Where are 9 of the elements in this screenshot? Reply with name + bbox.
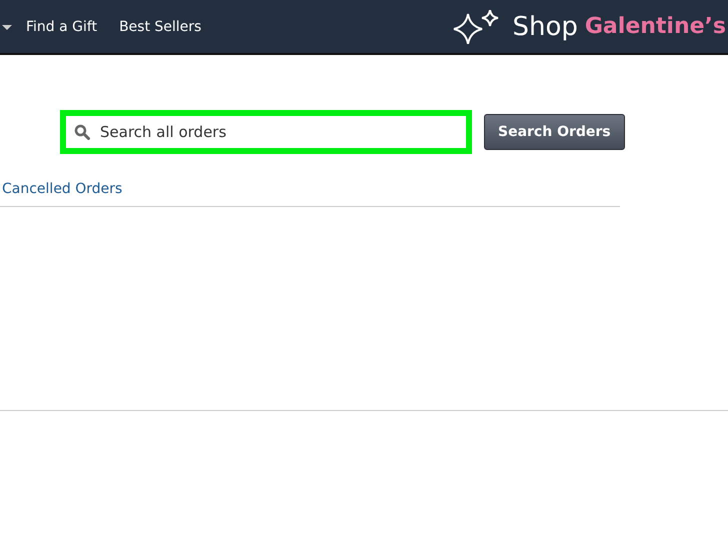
search-orders-button[interactable]: Search Orders — [484, 114, 625, 150]
caret-icon[interactable] — [2, 25, 12, 30]
promo-text[interactable]: Shop — [512, 12, 578, 42]
search-icon — [74, 124, 90, 140]
promo-highlight[interactable]: Galentine’s — [584, 14, 726, 39]
search-field[interactable]: Search all orders — [60, 110, 472, 154]
nav-link[interactable]: Best Sellers — [119, 18, 202, 34]
nav-link[interactable]: Find a Gift — [26, 18, 98, 34]
orders-tab[interactable]: Cancelled Orders — [2, 181, 122, 205]
